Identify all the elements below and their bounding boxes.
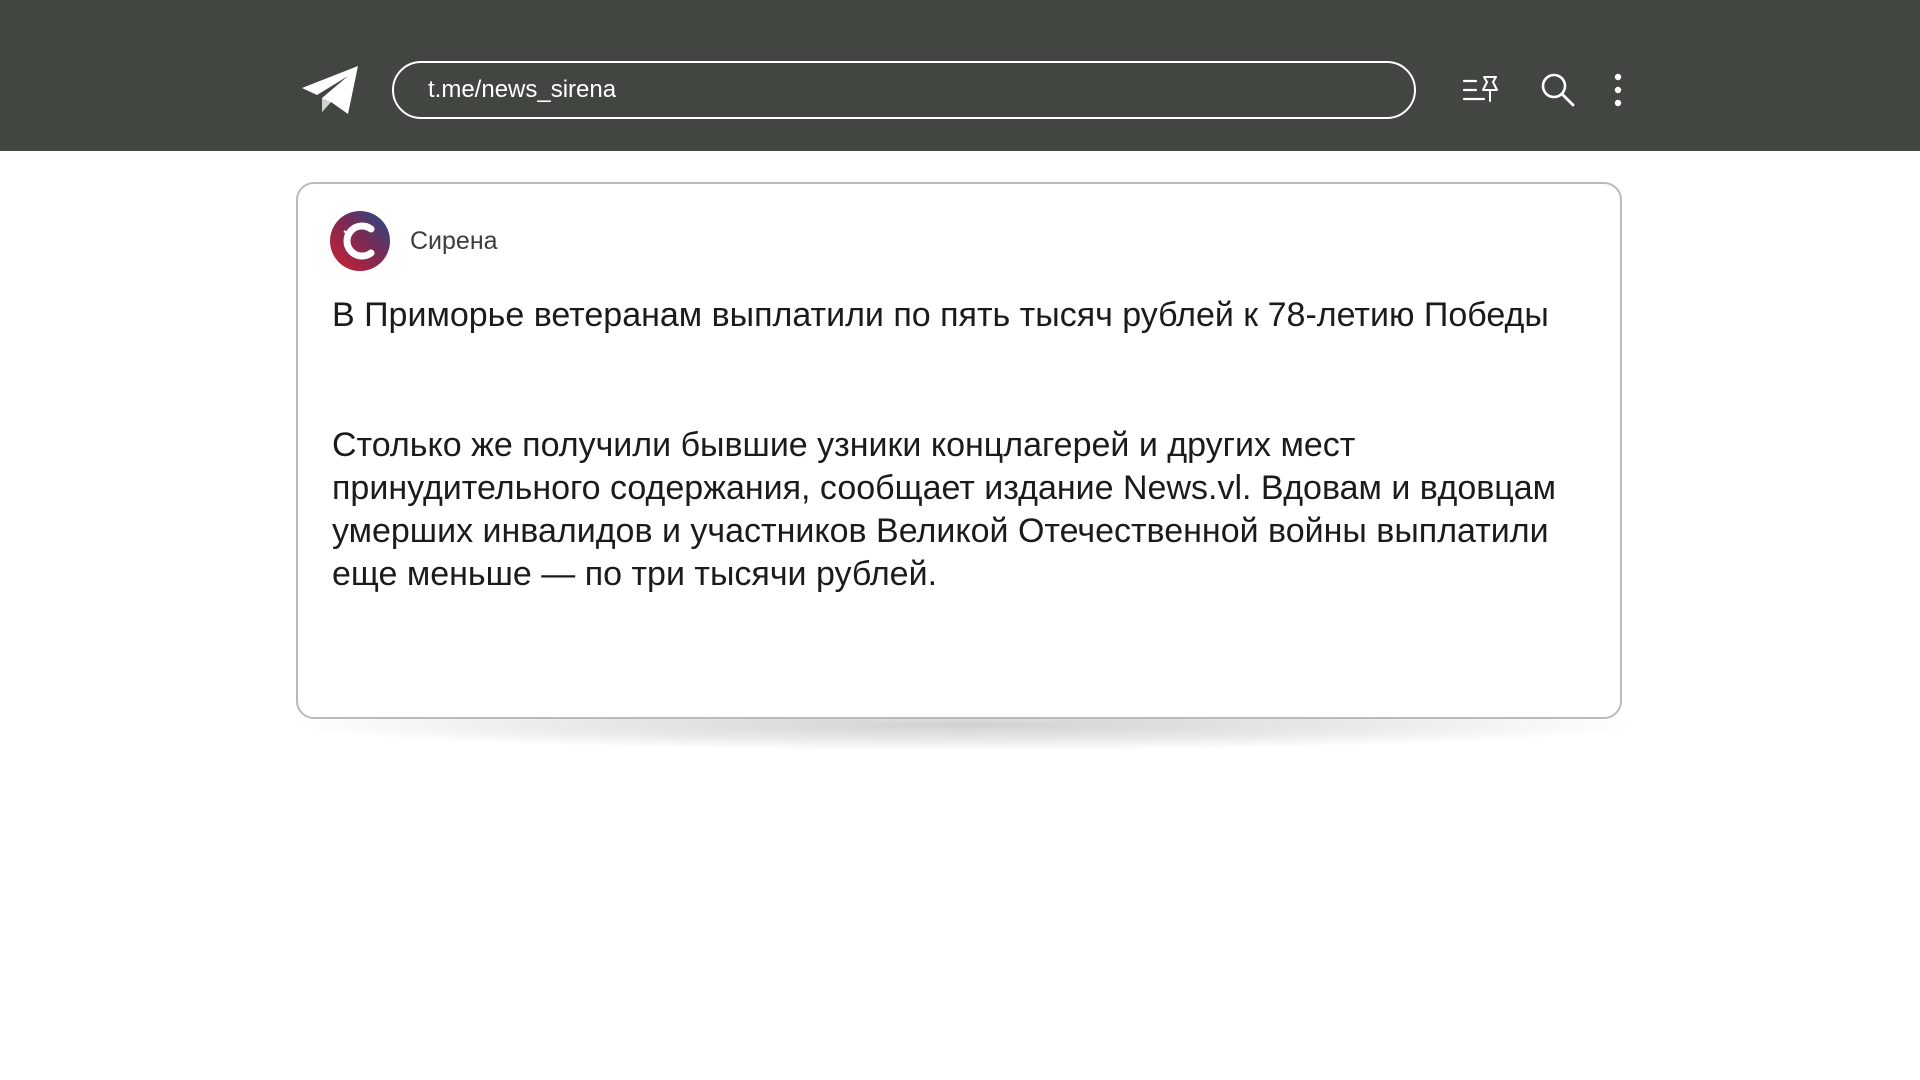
browser-header: t.me/news_sirena [0, 0, 1920, 151]
channel-name[interactable]: Сирена [410, 227, 498, 256]
post-title: В Приморье ветеранам выплатили по пять т… [332, 296, 1549, 334]
sirena-logo-icon[interactable] [330, 211, 390, 271]
telegram-logo-icon[interactable] [300, 64, 360, 116]
url-bar[interactable]: t.me/news_sirena [392, 61, 1416, 119]
post-body: Столько же получили бывшие узники концла… [332, 426, 1557, 593]
search-icon[interactable] [1538, 70, 1578, 110]
more-vertical-icon[interactable] [1598, 70, 1638, 110]
pinned-list-icon[interactable] [1462, 70, 1502, 110]
url-text: t.me/news_sirena [428, 76, 617, 103]
post-card: Сирена В Приморье ветеранам выплатили по… [296, 182, 1622, 719]
